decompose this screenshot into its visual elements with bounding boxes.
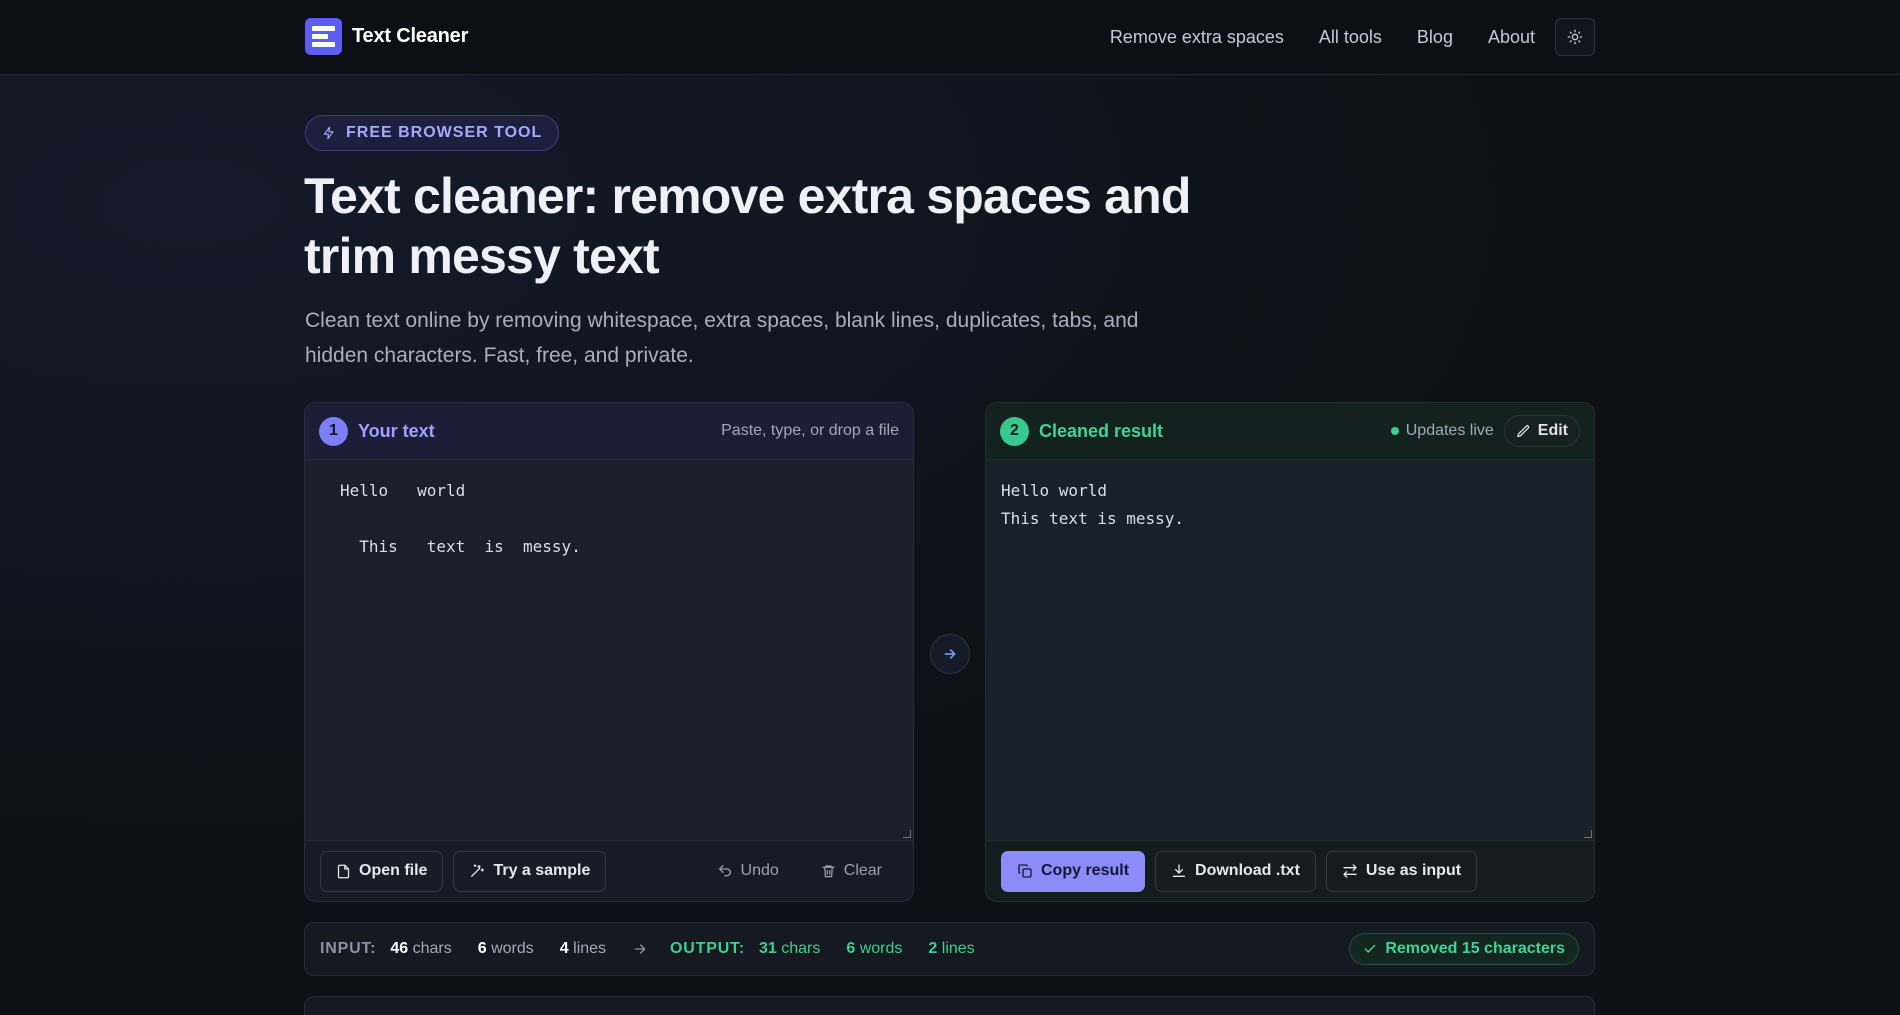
input-words-value: 6 bbox=[477, 940, 487, 957]
top-bar: Text Cleaner Remove extra spaces All too… bbox=[0, 0, 1900, 75]
badge-label: FREE BROWSER TOOL bbox=[346, 124, 543, 141]
page-title: Text cleaner: remove extra spaces and tr… bbox=[304, 168, 1191, 284]
download-icon bbox=[1173, 864, 1186, 877]
output-panel-title: Cleaned result bbox=[1039, 420, 1164, 441]
clear-button[interactable]: Clear bbox=[805, 851, 898, 892]
edit-button[interactable]: Edit bbox=[1503, 415, 1580, 447]
file-icon bbox=[337, 864, 350, 878]
output-panel-header: 2 Cleaned result Updates live Edit bbox=[986, 403, 1594, 460]
step-number: 1 bbox=[319, 416, 348, 446]
open-file-label: Open file bbox=[359, 862, 428, 879]
copy-result-label: Copy result bbox=[1041, 862, 1130, 879]
input-lines-value: 4 bbox=[559, 940, 569, 957]
input-lines-unit: lines bbox=[573, 940, 607, 957]
brand-link[interactable]: Text Cleaner bbox=[305, 18, 468, 55]
copy-icon bbox=[1018, 864, 1032, 878]
input-words-stat: 6 words bbox=[478, 940, 534, 958]
edit-label: Edit bbox=[1537, 422, 1568, 439]
swap-icon bbox=[1343, 864, 1357, 878]
input-textarea[interactable]: Hello world This text is messy. bbox=[305, 460, 913, 840]
input-chars-unit: chars bbox=[412, 940, 452, 957]
nav-remove-extra-spaces[interactable]: Remove extra spaces bbox=[1110, 27, 1284, 48]
input-panel-title: Your text bbox=[358, 420, 435, 441]
lightning-icon bbox=[323, 126, 334, 140]
input-stats-label: INPUT: bbox=[320, 940, 377, 957]
output-stats-label: OUTPUT: bbox=[670, 940, 745, 957]
try-sample-label: Try a sample bbox=[493, 862, 591, 879]
copy-result-button[interactable]: Copy result bbox=[1001, 850, 1146, 892]
pencil-icon bbox=[1517, 424, 1529, 437]
removed-characters-label: Removed 15 characters bbox=[1385, 940, 1565, 957]
resize-handle[interactable] bbox=[1584, 830, 1592, 838]
nav-all-tools[interactable]: All tools bbox=[1319, 27, 1382, 48]
stats-bar: INPUT: 46 chars 6 words 4 lines OUTPUT: … bbox=[304, 922, 1595, 976]
input-panel-header: 1 Your text Paste, type, or drop a file bbox=[305, 403, 913, 460]
arrow-right-icon bbox=[632, 941, 648, 957]
try-sample-button[interactable]: Try a sample bbox=[453, 850, 607, 892]
resize-handle[interactable] bbox=[903, 830, 911, 838]
undo-icon bbox=[718, 865, 731, 877]
input-chars-value: 46 bbox=[390, 940, 409, 957]
removed-characters-badge: Removed 15 characters bbox=[1349, 933, 1579, 965]
input-panel: 1 Your text Paste, type, or drop a file … bbox=[304, 402, 914, 902]
input-chars-stat: 46 chars bbox=[390, 940, 451, 958]
download-txt-label: Download .txt bbox=[1195, 862, 1300, 879]
clear-label: Clear bbox=[843, 862, 882, 879]
output-lines-unit: lines bbox=[941, 940, 975, 957]
use-as-input-label: Use as input bbox=[1365, 862, 1462, 879]
arrow-right-indicator bbox=[930, 634, 970, 674]
output-chars-value: 31 bbox=[758, 940, 777, 957]
brand-name: Text Cleaner bbox=[352, 25, 469, 47]
main-nav: Remove extra spaces All tools Blog About bbox=[1075, 18, 1595, 56]
output-words-unit: words bbox=[859, 940, 903, 957]
output-words-value: 6 bbox=[846, 940, 856, 957]
output-panel-footer: Copy result Download .txt Use as input bbox=[986, 840, 1594, 901]
output-text[interactable]: Hello world This text is messy. bbox=[1001, 481, 1184, 528]
theme-toggle-button[interactable] bbox=[1555, 18, 1595, 56]
magic-wand-icon bbox=[471, 864, 485, 877]
use-as-input-button[interactable]: Use as input bbox=[1325, 850, 1478, 892]
nav-blog[interactable]: Blog bbox=[1417, 27, 1453, 48]
input-hint: Paste, type, or drop a file bbox=[721, 422, 899, 439]
check-icon bbox=[1364, 944, 1376, 953]
input-text[interactable]: Hello world This text is messy. bbox=[340, 481, 581, 556]
output-textarea[interactable]: Hello world This text is messy. bbox=[986, 460, 1594, 840]
output-words-stat: 6 words bbox=[846, 940, 902, 958]
free-tool-badge: FREE BROWSER TOOL bbox=[305, 115, 560, 151]
step-number: 2 bbox=[1000, 416, 1029, 446]
live-status: Updates live Edit bbox=[1390, 415, 1580, 447]
output-panel: 2 Cleaned result Updates live Edit Hello… bbox=[985, 402, 1595, 902]
trash-icon bbox=[822, 865, 835, 878]
output-lines-stat: 2 lines bbox=[928, 940, 974, 958]
download-txt-button[interactable]: Download .txt bbox=[1155, 850, 1316, 892]
page-subtitle: Clean text online by removing whitespace… bbox=[305, 309, 1139, 367]
live-dot-icon bbox=[1390, 427, 1399, 435]
arrow-right-icon bbox=[944, 649, 956, 659]
nav-about[interactable]: About bbox=[1488, 27, 1535, 48]
sun-icon bbox=[1567, 29, 1583, 45]
input-panel-footer: Open file Try a sample Undo Clear bbox=[305, 840, 913, 901]
next-section-card bbox=[304, 996, 1595, 1015]
input-lines-stat: 4 lines bbox=[560, 940, 606, 958]
live-status-label: Updates live bbox=[1405, 422, 1494, 439]
output-lines-value: 2 bbox=[928, 940, 938, 957]
output-chars-stat: 31 chars bbox=[759, 940, 820, 958]
undo-button[interactable]: Undo bbox=[701, 851, 795, 892]
undo-label: Undo bbox=[740, 862, 779, 879]
input-words-unit: words bbox=[491, 940, 534, 957]
output-chars-unit: chars bbox=[781, 940, 821, 957]
brand-logo-icon bbox=[305, 18, 342, 55]
open-file-button[interactable]: Open file bbox=[320, 850, 444, 892]
